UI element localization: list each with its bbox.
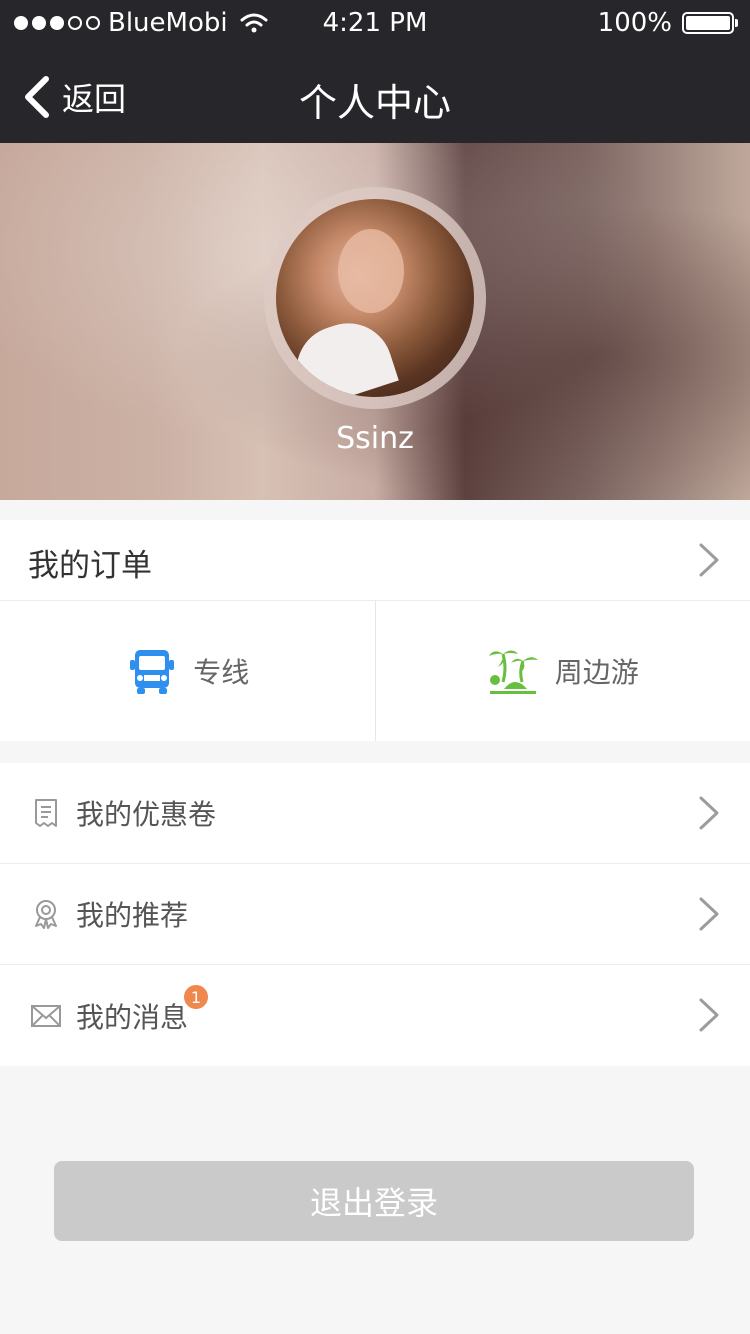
navigation-bar: 返回 个人中心 — [0, 48, 750, 143]
battery-group: 100% — [597, 8, 738, 38]
receipt-icon — [35, 799, 57, 827]
order-categories: 专线 周边游 — [0, 601, 750, 741]
status-bar: BlueMobi 4:21 PM 100% — [0, 0, 750, 48]
palm-tree-icon — [488, 650, 538, 694]
category-bus-line[interactable]: 专线 — [0, 601, 376, 741]
chevron-right-icon — [699, 998, 719, 1032]
battery-icon — [682, 12, 738, 34]
award-ribbon-icon — [35, 900, 57, 929]
menu-item-coupons[interactable]: 我的优惠卷 — [0, 763, 750, 864]
menu-item-messages[interactable]: 我的消息 1 — [0, 965, 750, 1066]
category-nearby-tour[interactable]: 周边游 — [376, 601, 750, 741]
menu-item-label: 我的推荐 — [76, 899, 189, 932]
chevron-right-icon — [699, 897, 719, 931]
chevron-right-icon — [699, 796, 719, 830]
menu-item-recommendations[interactable]: 我的推荐 — [0, 864, 750, 965]
my-orders-row[interactable]: 我的订单 — [0, 520, 750, 601]
bus-icon — [130, 650, 175, 694]
menu-item-label: 我的优惠卷 — [76, 798, 217, 831]
username: Ssinz — [336, 421, 414, 456]
category-label: 专线 — [193, 656, 250, 689]
logout-button[interactable]: 退出登录 — [54, 1161, 694, 1241]
account-menu: 我的优惠卷 我的推荐 我的消息 1 — [0, 763, 750, 1066]
menu-item-label: 我的消息 — [76, 1000, 189, 1034]
unread-count-badge: 1 — [184, 985, 208, 1009]
envelope-icon — [31, 1004, 61, 1027]
my-orders-title: 我的订单 — [28, 548, 152, 584]
page-title: 个人中心 — [298, 81, 451, 125]
chevron-right-icon — [699, 543, 719, 577]
avatar-frame — [264, 187, 486, 409]
avatar[interactable] — [276, 199, 474, 397]
category-label: 周边游 — [554, 656, 639, 689]
battery-fill — [686, 16, 730, 30]
profile-header: Ssinz — [0, 143, 750, 500]
battery-percentage: 100% — [597, 8, 672, 38]
